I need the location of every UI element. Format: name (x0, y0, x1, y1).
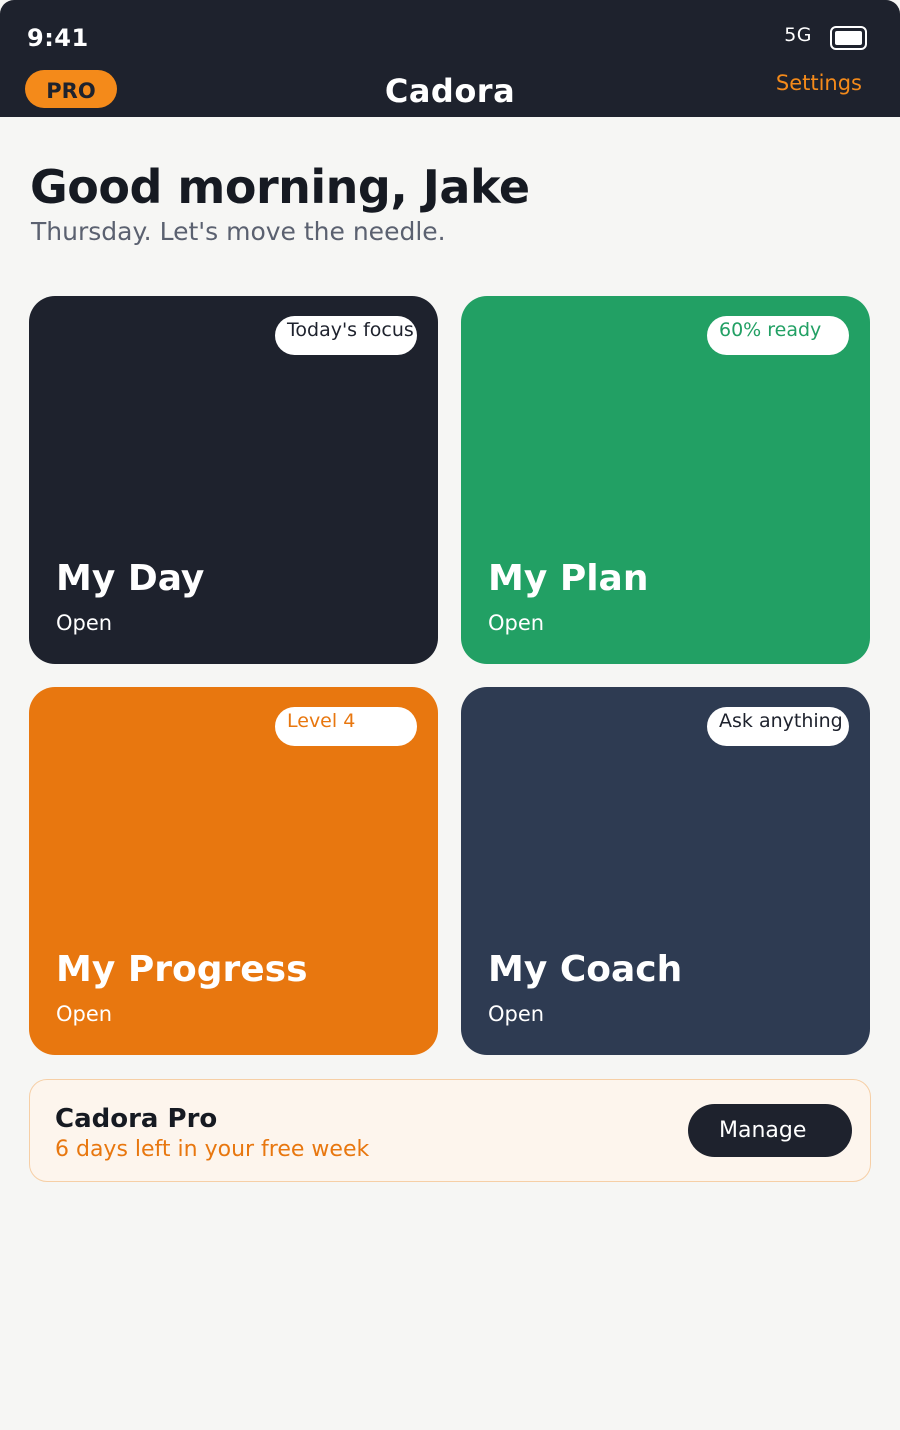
status-time: 9:41 (27, 24, 89, 52)
card-open-link[interactable]: Open (56, 1002, 112, 1026)
pro-subscription-banner: Cadora Pro 6 days left in your free week… (29, 1079, 871, 1182)
card-my-progress[interactable]: Level 4 My Progress Open (29, 687, 438, 1055)
card-title: My Progress (56, 949, 308, 990)
card-open-link[interactable]: Open (488, 1002, 544, 1026)
card-title: My Day (56, 558, 205, 599)
battery-full-icon (830, 26, 867, 50)
settings-link[interactable]: Settings (776, 71, 862, 95)
battery-level (835, 31, 862, 45)
status-indicators: 5G (784, 20, 867, 50)
card-badge: 60% ready (707, 316, 849, 355)
card-open-link[interactable]: Open (56, 611, 112, 635)
app-screen: 9:41 5G PRO Cadora Settings Good morning… (0, 0, 900, 1430)
top-bar: 9:41 5G PRO Cadora Settings (0, 0, 900, 117)
card-badge: Level 4 (275, 707, 417, 746)
card-my-plan[interactable]: 60% ready My Plan Open (461, 296, 870, 664)
network-indicator: 5G (784, 24, 812, 46)
card-badge: Today's focus (275, 316, 417, 355)
page-subtitle: Thursday. Let's move the needle. (31, 217, 446, 246)
pro-banner-title: Cadora Pro (55, 1104, 218, 1134)
card-badge: Ask anything (707, 707, 849, 746)
card-title: My Coach (488, 949, 683, 990)
card-my-coach[interactable]: Ask anything My Coach Open (461, 687, 870, 1055)
app-title: Cadora (384, 72, 516, 110)
card-title: My Plan (488, 558, 649, 599)
card-my-day[interactable]: Today's focus My Day Open (29, 296, 438, 664)
pro-banner-subtitle: 6 days left in your free week (55, 1137, 370, 1162)
page-title: Good morning, Jake (30, 160, 530, 214)
card-open-link[interactable]: Open (488, 611, 544, 635)
manage-button[interactable]: Manage (688, 1104, 852, 1157)
